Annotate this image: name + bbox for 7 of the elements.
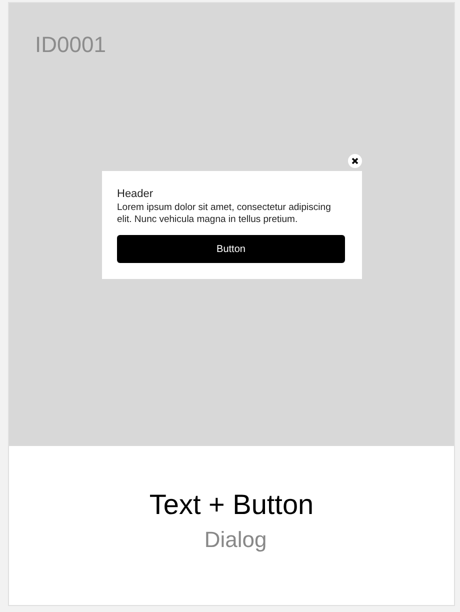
id-label: ID0001 xyxy=(35,31,106,59)
dialog-header: Header xyxy=(117,187,154,201)
dialog-body: Lorem ipsum dolor sit amet, consectetur adipiscing elit. Nunc vehicula magna in tellus pretium. xyxy=(117,202,332,226)
caption-subtitle: Dialog xyxy=(204,526,267,554)
close-icon[interactable] xyxy=(348,154,362,168)
dialog-button[interactable]: Button xyxy=(117,235,345,263)
caption-title: Text + Button xyxy=(149,488,314,522)
